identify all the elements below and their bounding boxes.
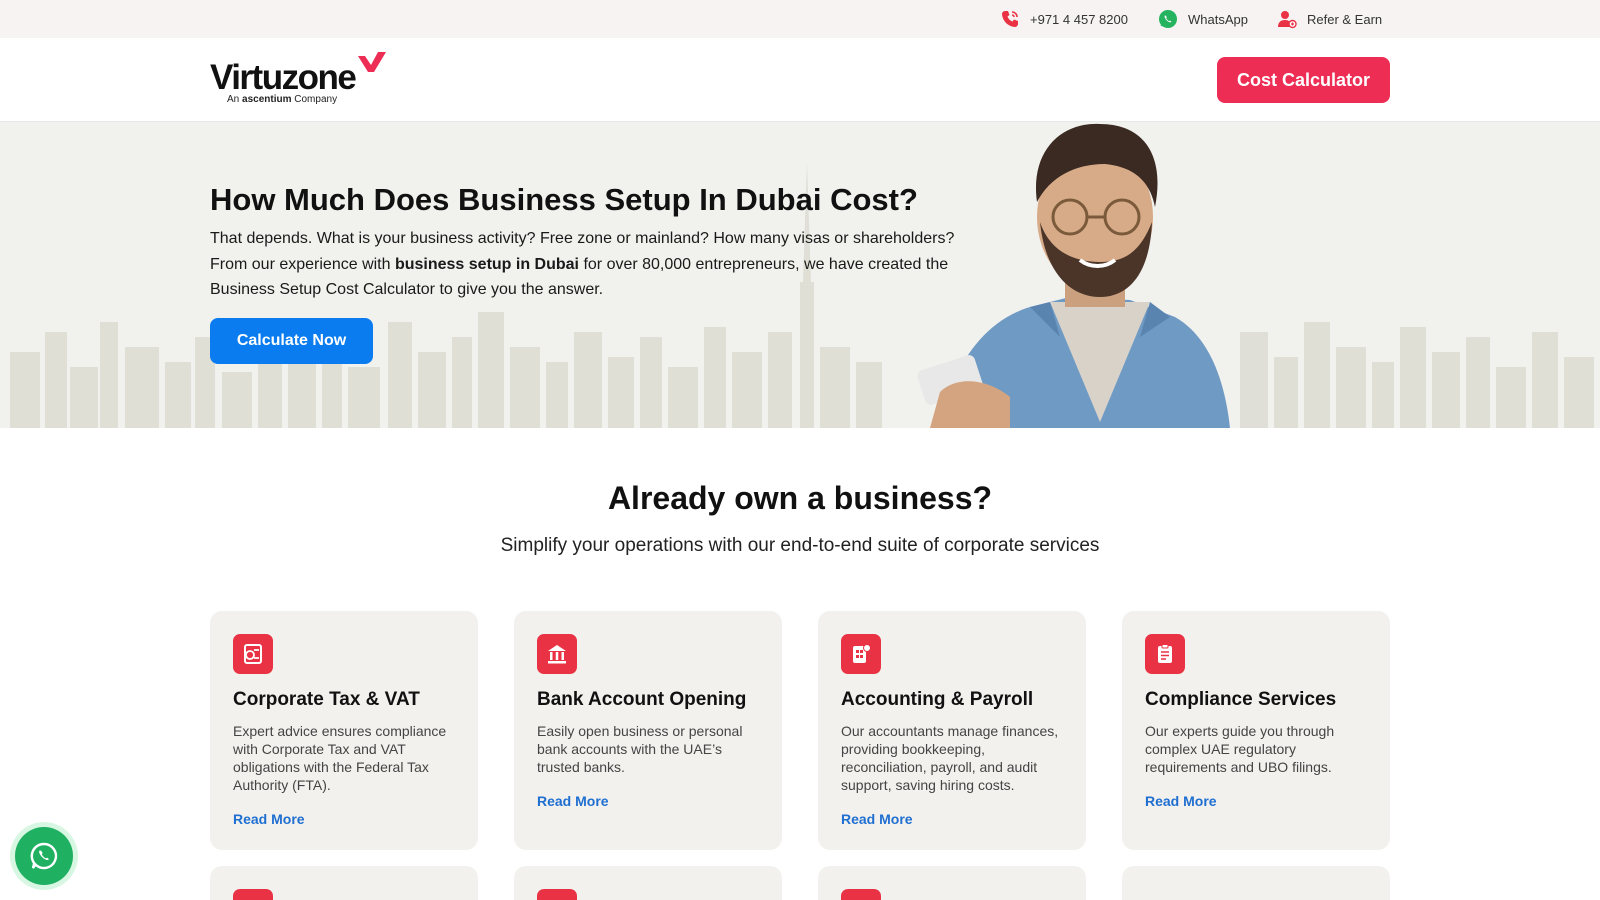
service-card-row2[interactable] xyxy=(514,866,782,900)
service-icon xyxy=(233,889,273,900)
service-card-accounting[interactable]: Accounting & Payroll Our accountants man… xyxy=(818,611,1086,850)
service-icon xyxy=(537,889,577,900)
refer-label: Refer & Earn xyxy=(1307,11,1383,27)
logo-tagline: An ascentium Company xyxy=(227,94,338,105)
clipboard-icon xyxy=(1145,634,1185,674)
card-description: Our accountants manage finances, providi… xyxy=(841,723,1059,793)
logo-mark-icon xyxy=(358,52,386,72)
card-title: Compliance Services xyxy=(1145,689,1337,710)
service-card-compliance[interactable]: Compliance Services Our experts guide yo… xyxy=(1122,611,1390,850)
whatsapp-icon xyxy=(1159,10,1177,28)
phone-number: +971 4 457 8200 xyxy=(1030,11,1128,27)
card-title: Corporate Tax & VAT xyxy=(233,689,420,710)
refer-link[interactable]: Refer & Earn xyxy=(1277,9,1382,29)
bank-icon xyxy=(537,634,577,674)
refer-icon xyxy=(1278,11,1297,29)
card-description: Expert advice ensures compliance with Co… xyxy=(233,723,447,793)
accounting-icon xyxy=(841,634,881,674)
read-more-link[interactable]: Read More xyxy=(233,811,305,827)
service-card-bank-account[interactable]: Bank Account Opening Easily open busines… xyxy=(514,611,782,850)
read-more-link[interactable]: Read More xyxy=(537,793,609,809)
service-icon xyxy=(841,889,881,900)
ascentium-brand: ascentium xyxy=(242,94,292,105)
virtuzone-logo[interactable]: Virtuzone An ascentium Company xyxy=(210,52,390,110)
hero-person-image xyxy=(917,123,1230,428)
business-setup-link[interactable]: business setup in Dubai xyxy=(395,256,579,273)
hero-description: That depends. What is your business acti… xyxy=(210,230,955,298)
read-more-link[interactable]: Read More xyxy=(1145,793,1217,809)
whatsapp-label: WhatsApp xyxy=(1188,11,1248,27)
hero-title: How Much Does Business Setup In Dubai Co… xyxy=(210,182,918,217)
card-title: Bank Account Opening xyxy=(537,689,747,710)
calculate-now-button[interactable]: Calculate Now xyxy=(210,318,373,364)
phone-link[interactable]: +971 4 457 8200 xyxy=(1000,9,1128,29)
service-card-row2[interactable] xyxy=(818,866,1086,900)
card-description: Our experts guide you through complex UA… xyxy=(1145,723,1335,775)
card-description: Easily open business or personal bank ac… xyxy=(537,723,743,775)
phone-icon xyxy=(1002,11,1018,27)
whatsapp-link[interactable]: WhatsApp xyxy=(1158,9,1248,29)
services-subtitle: Simplify your operations with our end-to… xyxy=(500,535,1100,556)
cost-calculator-button[interactable]: Cost Calculator xyxy=(1217,57,1390,103)
hero-banner: How Much Does Business Setup In Dubai Co… xyxy=(0,122,1600,428)
read-more-link[interactable]: Read More xyxy=(841,811,913,827)
services-title: Already own a business? xyxy=(607,480,993,516)
utility-bar: +971 4 457 8200 WhatsApp Refer & Earn xyxy=(0,0,1600,38)
site-header: Virtuzone An ascentium Company Cost Calc… xyxy=(0,38,1600,122)
logo-wordmark: Virtuzone xyxy=(210,58,357,97)
service-card-row2[interactable] xyxy=(1122,866,1390,900)
service-card-corporate-tax[interactable]: Corporate Tax & VAT Expert advice ensure… xyxy=(210,611,478,850)
whatsapp-chat-button[interactable] xyxy=(10,822,78,890)
tax-icon xyxy=(233,634,273,674)
whatsapp-icon xyxy=(30,842,58,870)
service-card-row2[interactable] xyxy=(210,866,478,900)
card-title: Accounting & Payroll xyxy=(841,689,1034,710)
